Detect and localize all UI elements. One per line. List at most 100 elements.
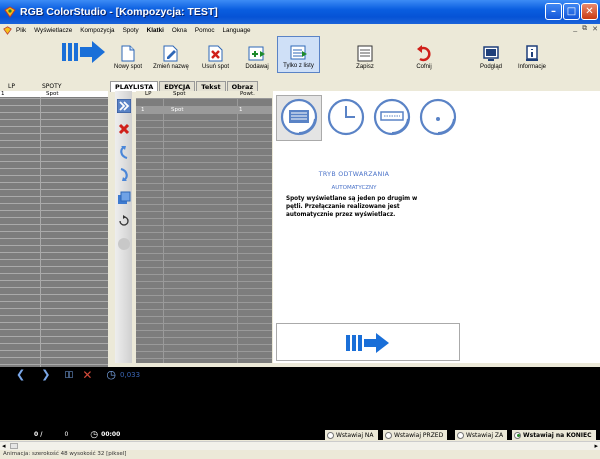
frames-icon[interactable]: ▯▯ — [64, 370, 73, 380]
menu-plik[interactable]: Plik — [12, 27, 30, 34]
maximize-button[interactable]: □ — [563, 3, 580, 20]
delete-frame-icon[interactable]: ✕ — [82, 368, 92, 382]
info-button[interactable]: Informacje — [514, 36, 550, 73]
manual-mode-icon[interactable] — [418, 97, 458, 137]
menu-okna[interactable]: Okna — [168, 27, 191, 34]
radio-insert-na[interactable]: Wstawiaj NA — [325, 430, 378, 440]
add-button[interactable]: Dodawaj — [240, 36, 274, 73]
menu-bar: Plik Wyświetlacze Kompozycja Spoty Klatk… — [0, 24, 600, 36]
radio-dot — [457, 431, 464, 439]
info-icon — [526, 45, 538, 61]
grid-row-line — [136, 246, 272, 247]
radio-insert-przed[interactable]: Wstawiaj PRZED — [383, 430, 448, 440]
previous-icon[interactable]: ❮ — [16, 368, 25, 381]
grid-row-line — [136, 155, 272, 156]
from-list-button[interactable]: Tylko z listy — [277, 36, 320, 73]
grid-row-line — [0, 329, 108, 330]
playlist-table-row[interactable]: 1 Spot 1 — [136, 107, 272, 114]
menu-spoty[interactable]: Spoty — [119, 27, 143, 34]
footer-info: Animacja: szerokość 48 wysokość 32 [piks… — [0, 450, 600, 459]
preview-button[interactable]: Podgląd — [476, 36, 506, 73]
status-bar: 0 / 0 ◷ 00:00 — [0, 429, 600, 440]
mode-description: Spoty wyświetlane są jeden po drugim w p… — [286, 196, 418, 218]
rename-button[interactable]: Zmień nazwę — [152, 36, 190, 73]
menu-language[interactable]: Language — [219, 27, 255, 34]
app-menu-icon[interactable] — [3, 25, 12, 35]
scroll-left-icon[interactable]: ◂ — [2, 442, 6, 450]
tab-obraz[interactable]: Obraz — [226, 81, 259, 91]
mdi-close-icon[interactable]: ✕ — [592, 25, 598, 33]
menu-klatki[interactable]: Klatki — [143, 27, 168, 34]
grid-row-line — [0, 357, 108, 358]
mdi-restore-icon[interactable]: ⧉ — [582, 25, 587, 33]
grid-row-line — [0, 224, 108, 225]
grid-row-line — [0, 336, 108, 337]
col-powt: Powt. — [240, 91, 255, 97]
tab-edycja[interactable]: EDYCJA — [159, 81, 196, 91]
menu-kompozycja[interactable]: Kompozycja — [76, 27, 118, 34]
copy-icon[interactable] — [117, 191, 131, 205]
play-button[interactable] — [276, 323, 460, 361]
sequence-mode-icon[interactable] — [372, 97, 412, 137]
undo-icon — [417, 45, 431, 62]
save-icon — [357, 45, 373, 62]
grid-row-line — [136, 260, 272, 261]
grid-row-line — [0, 294, 108, 295]
loop-icon[interactable] — [117, 214, 131, 228]
grid-row-line — [136, 225, 272, 226]
grid-row-line — [0, 287, 108, 288]
mdi-minimize-icon[interactable]: _ — [573, 25, 577, 33]
col-lp: LP — [8, 83, 15, 90]
grid-row-line — [0, 175, 108, 176]
grid-row-line — [0, 266, 108, 267]
add-to-playlist-icon[interactable] — [117, 99, 131, 113]
grid-row-line — [0, 189, 108, 190]
radio-dot-checked — [514, 431, 521, 439]
grid-row-line — [136, 162, 272, 163]
play-arrow-icon — [346, 333, 389, 353]
grid-row-line — [0, 343, 108, 344]
brand-logo-icon — [62, 41, 105, 63]
col-spoty: SPOTY — [42, 83, 62, 90]
grid-row-line — [0, 133, 108, 134]
radio-insert-koniec[interactable]: Wstawiaj na KONIEC — [512, 430, 596, 440]
new-spot-button[interactable]: Nowy spot — [113, 36, 143, 73]
grid-row-line — [0, 315, 108, 316]
clock-mode-icon[interactable] — [326, 97, 366, 137]
undo-button[interactable]: Cofnij — [411, 36, 437, 73]
menu-wyswietlacze[interactable]: Wyświetlacze — [30, 27, 76, 34]
grid-row-line — [136, 358, 272, 359]
grid-row-line — [136, 337, 272, 338]
radio-insert-za[interactable]: Wstawiaj ZA — [455, 430, 508, 440]
move-up-icon[interactable] — [117, 145, 131, 159]
close-button[interactable]: ✕ — [581, 3, 598, 20]
mode-title: TRYB ODTWARZANIA — [318, 171, 390, 178]
grid-row-line — [0, 168, 108, 169]
spots-table-row[interactable]: 1 Spot — [0, 91, 108, 97]
grid-row-line — [136, 190, 272, 191]
preview-monitor-icon — [483, 46, 499, 61]
remove-icon[interactable] — [117, 122, 131, 136]
window-title: RGB ColorStudio - [Kompozycja: TEST] — [20, 6, 218, 18]
tab-tekst[interactable]: Tekst — [196, 81, 226, 91]
timer-icon: ◷ — [106, 368, 117, 381]
scroll-right-icon[interactable]: ▸ — [594, 442, 598, 450]
horizontal-scrollbar[interactable]: ◂ ▸ — [0, 441, 600, 450]
delete-spot-button[interactable]: Usuń spot — [199, 36, 232, 73]
grid-row-line — [136, 295, 272, 296]
minimize-button[interactable]: – — [545, 3, 562, 20]
scroll-thumb[interactable] — [10, 443, 18, 449]
menu-pomoc[interactable]: Pomoc — [191, 27, 219, 34]
next-icon[interactable]: ❯ — [41, 368, 50, 381]
move-down-icon[interactable] — [117, 168, 131, 182]
automatic-mode-icon — [280, 98, 318, 136]
grid-row-line — [136, 197, 272, 198]
save-button[interactable]: Zapisz — [352, 36, 378, 73]
grid-row-line — [0, 308, 108, 309]
grid-row-line — [136, 274, 272, 275]
playlist-table — [136, 99, 272, 363]
grid-row-line — [136, 232, 272, 233]
rename-icon — [163, 45, 178, 62]
grid-row-line — [136, 316, 272, 317]
grid-row-line — [0, 196, 108, 197]
